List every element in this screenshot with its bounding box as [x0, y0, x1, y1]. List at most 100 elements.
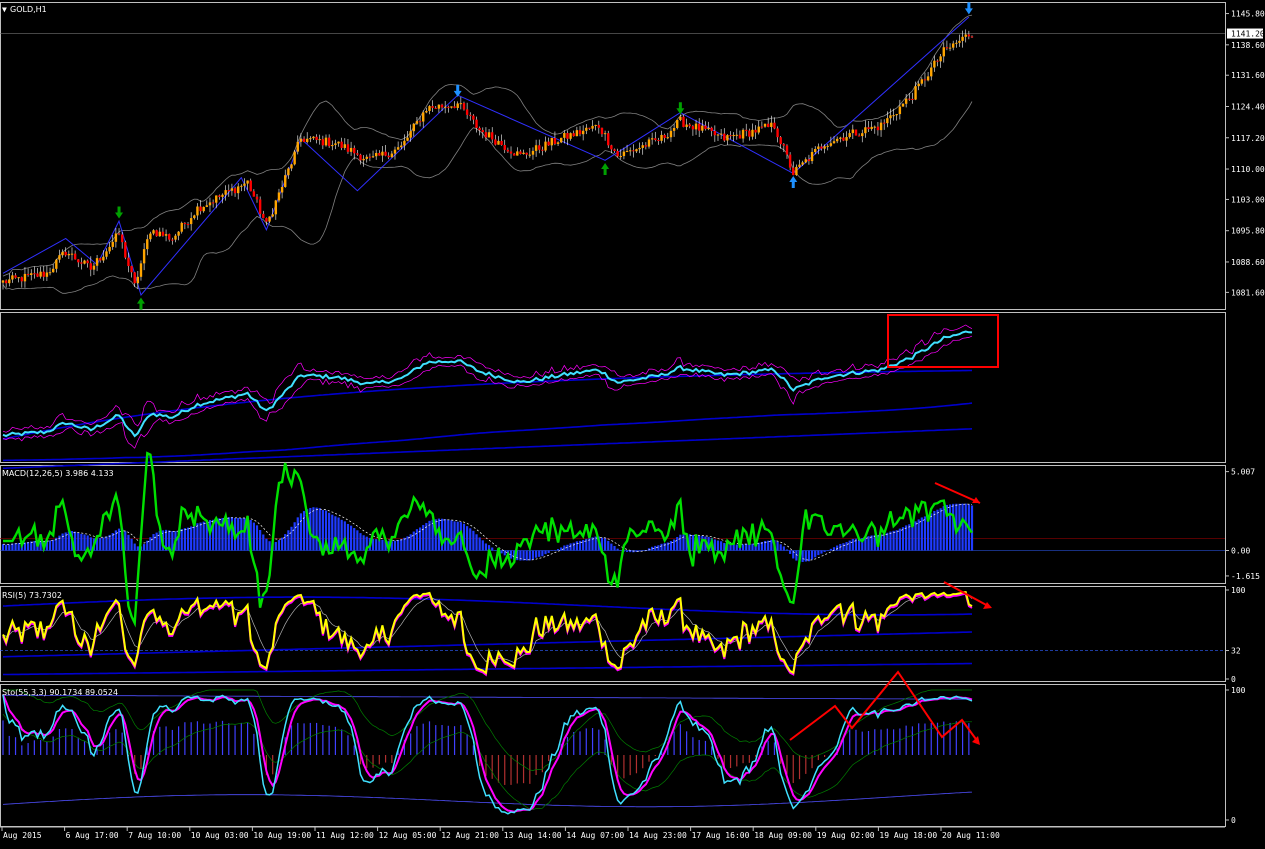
- window-title-arrow: ▼: [2, 5, 7, 14]
- macd-bar: [889, 531, 892, 551]
- macd-bar: [494, 550, 497, 551]
- candle-body: [161, 231, 165, 236]
- candle-body: [243, 183, 246, 186]
- candle-body: [559, 137, 563, 143]
- candle-body: [233, 188, 237, 194]
- candle-body: [440, 104, 444, 108]
- candle-body: [462, 103, 466, 110]
- candle-body: [431, 106, 434, 108]
- candle-body: [205, 205, 209, 207]
- macd-bar: [1, 544, 5, 551]
- candle-body: [516, 151, 519, 156]
- candle-body: [839, 137, 842, 139]
- macd-bar: [716, 540, 720, 551]
- macd-bar: [328, 512, 331, 551]
- candle-body: [415, 121, 419, 124]
- candle-body: [832, 141, 836, 144]
- axis-background: [1226, 0, 1265, 849]
- candle-body: [42, 271, 45, 277]
- candle-body: [274, 200, 278, 215]
- macd-bar: [265, 538, 268, 551]
- candle-body: [500, 140, 503, 146]
- macd-bar: [814, 550, 817, 558]
- macd-bar: [826, 550, 829, 551]
- candle-body: [406, 137, 409, 141]
- macd-bar: [785, 549, 789, 551]
- candle-body: [472, 115, 475, 120]
- macd-bar: [444, 519, 447, 551]
- candle-body: [792, 167, 795, 176]
- candle-body: [487, 132, 491, 138]
- macd-bar: [676, 537, 679, 551]
- macd-bar: [400, 539, 403, 551]
- candle-body: [77, 259, 80, 263]
- candle-body: [635, 149, 638, 152]
- candle-body: [146, 239, 149, 250]
- candle-body: [917, 83, 920, 87]
- candle-body: [578, 130, 582, 135]
- candle-body: [701, 125, 704, 131]
- candle-body: [741, 129, 745, 139]
- candle-body: [676, 119, 679, 129]
- macd-bar: [296, 517, 299, 551]
- candle-body: [371, 156, 375, 158]
- candle-body: [672, 128, 676, 131]
- candle-body: [227, 190, 230, 192]
- macd-bar: [603, 538, 607, 551]
- chart-title: GOLD,H1: [10, 5, 47, 14]
- candle-body: [434, 107, 437, 109]
- candle-body: [610, 145, 613, 150]
- candle-body: [437, 104, 441, 109]
- macd-bar: [923, 516, 927, 551]
- candle-body: [180, 222, 183, 232]
- candle-body: [230, 188, 234, 191]
- macd-bar: [883, 533, 886, 551]
- candle-body: [475, 119, 478, 128]
- candle-body: [930, 67, 933, 77]
- macd-bar: [569, 543, 572, 551]
- candle-body: [682, 116, 685, 127]
- candle-body: [8, 279, 11, 284]
- candle-body: [898, 106, 902, 115]
- macd-bar: [930, 513, 933, 551]
- candle-body: [353, 147, 356, 154]
- candle-body: [23, 273, 27, 282]
- macd-bar: [196, 523, 199, 551]
- candle-body: [368, 156, 372, 158]
- macd-bar: [349, 525, 353, 551]
- candle-body: [911, 98, 914, 100]
- candle-body: [484, 132, 488, 138]
- time-tick-label: 7 Aug 10:00: [128, 831, 181, 840]
- candle-body: [346, 144, 350, 152]
- macd-bar: [911, 523, 914, 551]
- candle-body: [447, 106, 450, 108]
- candle-body: [826, 145, 829, 147]
- macd-bar: [895, 530, 898, 551]
- macd-bar: [920, 517, 923, 551]
- rsi-title: RSI(5) 73.7302: [2, 591, 62, 600]
- candle-body: [581, 130, 585, 135]
- candle-body: [904, 98, 908, 104]
- candle-body: [183, 222, 187, 224]
- candle-body: [716, 134, 720, 136]
- candle-body: [889, 115, 892, 119]
- candle-body: [785, 145, 789, 155]
- macd-bar: [155, 532, 158, 551]
- candle-body: [503, 145, 506, 150]
- macd-bar: [741, 544, 745, 551]
- candle-body: [970, 36, 974, 38]
- candle-body: [246, 180, 249, 184]
- macd-bar: [594, 536, 597, 551]
- candle-body: [782, 144, 786, 146]
- candle-body: [967, 34, 971, 37]
- macd-bar: [610, 543, 613, 551]
- candle-body: [340, 141, 343, 148]
- candle-body: [939, 56, 942, 62]
- candle-body: [280, 186, 284, 193]
- candle-body: [622, 151, 626, 157]
- trading-chart[interactable]: 1145.80 1138.60 1131.60 1124.40 1117.20 1110.…: [0, 0, 1265, 849]
- candle-body: [776, 128, 779, 138]
- price-tick-label: 1088.60: [1231, 258, 1265, 267]
- candle-body: [506, 149, 510, 152]
- candle-body: [550, 138, 553, 146]
